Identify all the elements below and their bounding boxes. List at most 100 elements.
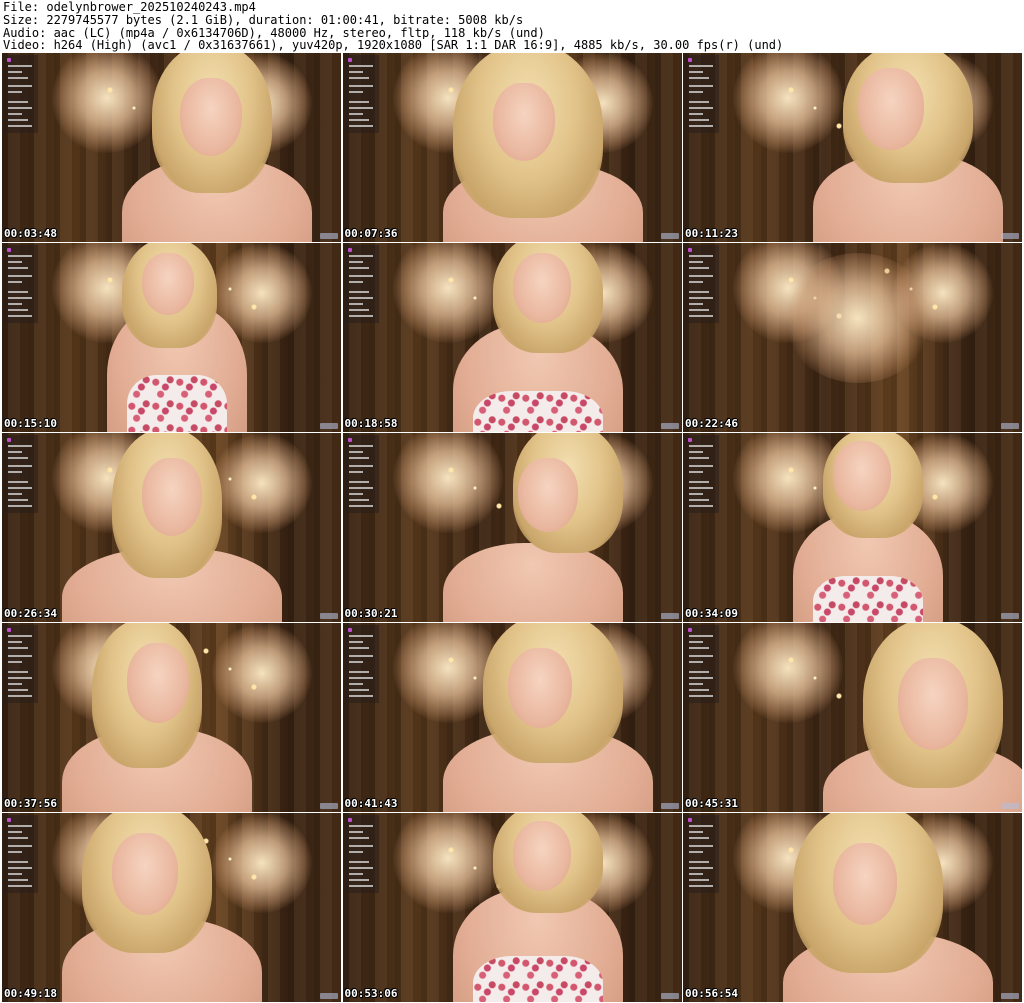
overlay-panel-line [348, 481, 369, 483]
watermark-logo [1001, 233, 1019, 239]
overlay-panel-line [8, 873, 22, 875]
overlay-panel-line [8, 677, 32, 679]
overlay-panel-line [689, 77, 709, 79]
overlay-panel-line [348, 445, 373, 447]
overlay-panel-line [8, 457, 28, 459]
overlay-panel-line [8, 851, 22, 853]
overlay-panel-line [8, 689, 28, 691]
overlay-panel-line [348, 125, 373, 127]
overlay-panel-line [348, 647, 369, 649]
person-face [180, 78, 242, 156]
overlay-panel-icon [347, 818, 352, 822]
floral-dress [472, 955, 603, 1002]
thumbnail-timestamp: 00:41:43 [344, 797, 398, 810]
overlay-panel-line [689, 113, 703, 115]
overlay-panel-line [348, 119, 369, 121]
overlay-panel [685, 815, 719, 893]
overlay-panel-line [348, 873, 363, 875]
overlay-panel-line [8, 101, 28, 103]
overlay-panel-icon [7, 58, 11, 62]
overlay-panel-line [348, 671, 369, 673]
overlay-panel-line [348, 297, 373, 299]
overlay-panel-line [689, 457, 709, 459]
overlay-panel-line [689, 499, 709, 501]
watermark-logo [320, 803, 338, 809]
overlay-panel-line [689, 481, 709, 483]
overlay-panel-line [348, 689, 369, 691]
file-info-header: File: odelynbrower_202510240243.mp4 Size… [0, 0, 1024, 53]
overlay-panel-line [8, 885, 32, 887]
overlay-panel-line [689, 101, 709, 103]
person-face [142, 458, 202, 536]
overlay-panel-line [348, 499, 369, 501]
thumbnail-grid: 00:03:48 00:07:36 00:11:23 00:15:10 00:18:58… [2, 53, 1022, 1003]
overlay-panel-line [689, 297, 713, 299]
floral-dress [127, 375, 227, 432]
blossom-tree-center [783, 253, 933, 383]
overlay-panel [344, 245, 379, 323]
overlay-panel-icon [7, 628, 11, 632]
overlay-panel-line [348, 845, 373, 847]
overlay-panel-line [8, 695, 32, 697]
overlay-panel-line [348, 77, 369, 79]
overlay-panel-line [8, 837, 28, 839]
overlay-panel-line [348, 487, 373, 489]
overlay-panel-line [689, 85, 713, 87]
overlay-panel-line [689, 505, 713, 507]
video-thumbnail: 00:11:23 [683, 53, 1022, 242]
watermark-logo [1001, 993, 1019, 999]
overlay-panel-line [348, 309, 369, 311]
overlay-panel-line [8, 635, 32, 637]
overlay-panel [685, 625, 719, 703]
thumbnail-timestamp: 00:37:56 [4, 797, 57, 810]
overlay-panel-line [8, 845, 32, 847]
overlay-panel-line [689, 837, 709, 839]
watermark-logo [320, 233, 338, 239]
overlay-panel-line [348, 695, 373, 697]
file-name-line: File: odelynbrower_202510240243.mp4 [3, 1, 256, 14]
overlay-panel-line [689, 493, 703, 495]
overlay-panel-line [689, 303, 703, 305]
person-face [142, 253, 194, 315]
video-thumbnail: 00:45:31 [683, 623, 1022, 812]
overlay-panel-line [8, 445, 32, 447]
overlay-panel-line [689, 695, 713, 697]
overlay-panel-line [8, 309, 28, 311]
overlay-panel-line [689, 315, 713, 317]
overlay-panel-line [689, 125, 713, 127]
overlay-panel-line [8, 119, 28, 121]
overlay-panel-line [348, 471, 363, 473]
watermark-logo [1001, 803, 1019, 809]
overlay-panel-line [8, 107, 32, 109]
video-thumbnail: 00:53:06 [342, 813, 682, 1002]
overlay-panel-line [8, 661, 22, 663]
watermark-logo [320, 993, 338, 999]
overlay-panel-line [8, 77, 28, 79]
overlay-panel-line [348, 267, 369, 269]
overlay-panel-line [689, 487, 713, 489]
video-thumbnail: 00:15:10 [2, 243, 341, 432]
overlay-panel-line [689, 275, 713, 277]
overlay-panel-line [348, 91, 363, 93]
overlay-panel-line [689, 65, 713, 67]
overlay-panel-line [348, 825, 373, 827]
overlay-panel-line [348, 677, 373, 679]
overlay-panel-line [689, 655, 713, 657]
overlay-panel-line [8, 879, 28, 881]
overlay-panel-line [8, 113, 22, 115]
overlay-panel-line [348, 255, 373, 257]
overlay-panel-line [8, 493, 22, 495]
overlay-panel-line [8, 655, 32, 657]
overlay-panel-line [689, 845, 713, 847]
overlay-panel [344, 435, 379, 513]
overlay-panel-line [689, 831, 703, 833]
overlay-panel-line [8, 481, 28, 483]
thumbnail-timestamp: 00:18:58 [344, 417, 398, 430]
thumbnail-timestamp: 00:03:48 [4, 227, 57, 240]
overlay-panel-line [689, 471, 703, 473]
person-shoulders [442, 543, 623, 622]
overlay-panel-line [348, 879, 369, 881]
watermark-logo [660, 233, 679, 239]
overlay-panel-icon [7, 818, 11, 822]
overlay-panel-line [8, 831, 22, 833]
